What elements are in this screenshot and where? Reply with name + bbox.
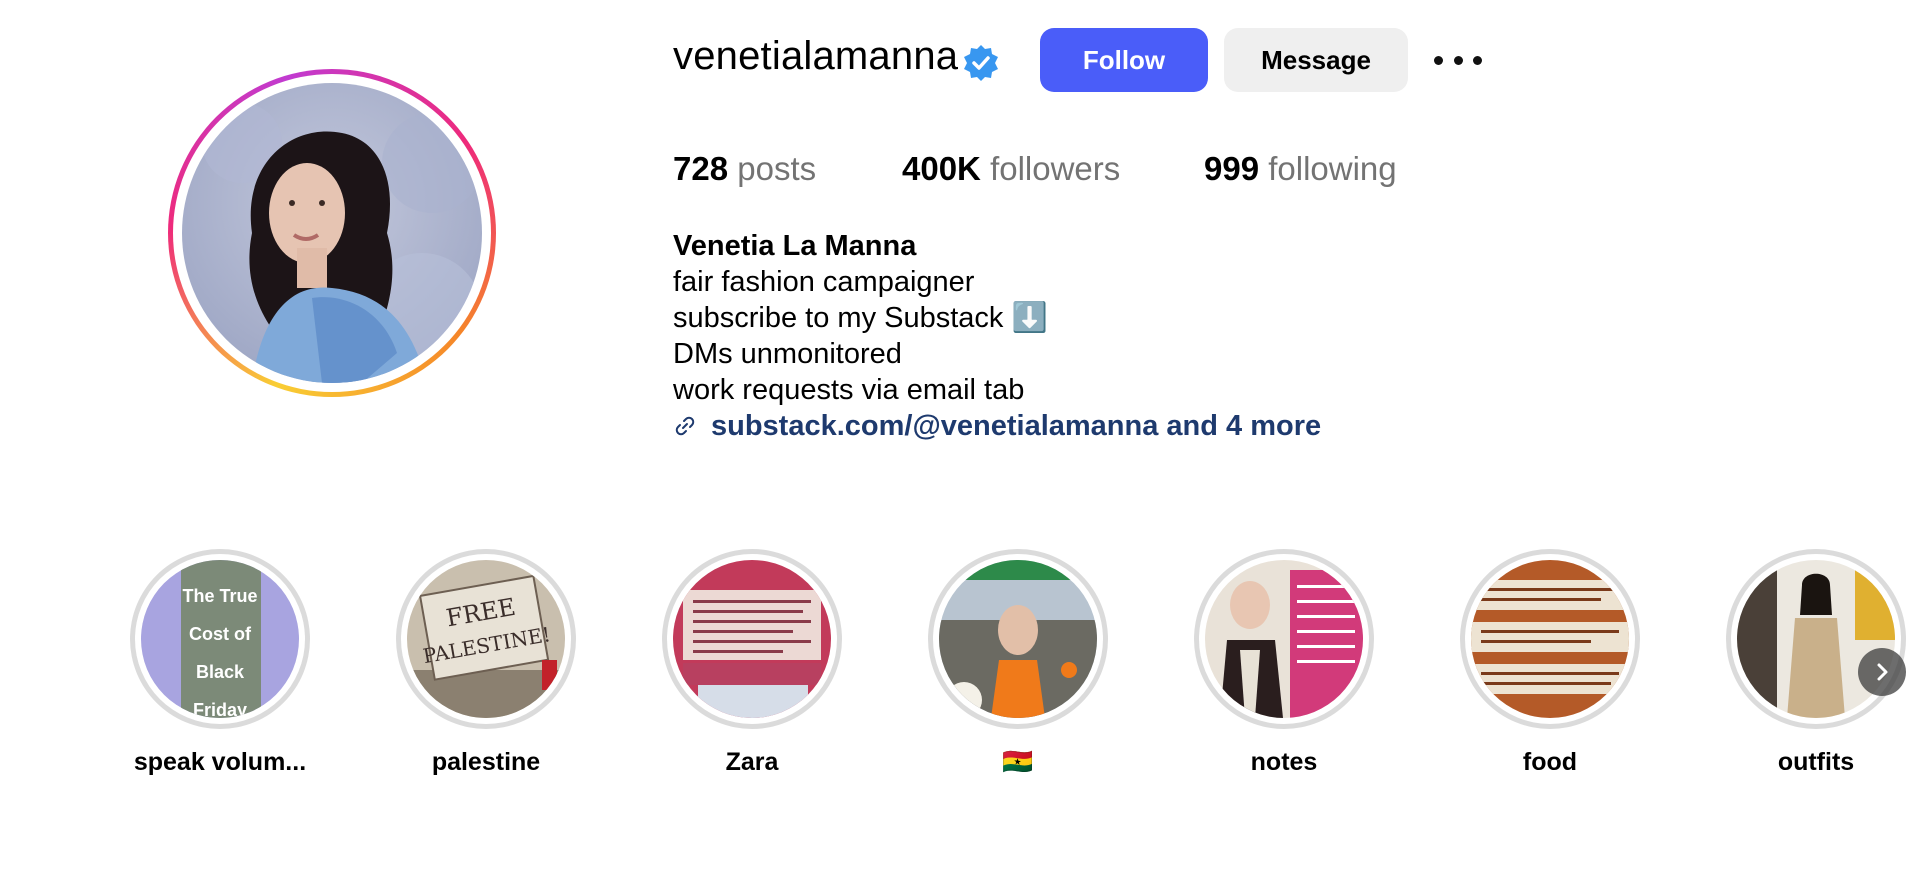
highlight-label: 🇬🇭 [1002,748,1034,776]
avatar-portrait-image [182,83,482,383]
chevron-right-icon [1877,663,1888,681]
profile-full-name: Venetia La Manna [673,230,917,262]
followers-link[interactable]: 400K followers [902,150,1120,188]
highlight-item[interactable]: Zara [662,549,842,776]
highlight-cover [1471,560,1629,718]
highlight-cover-text: Black [196,662,245,682]
posts-count: 728 posts [673,150,816,188]
highlight-label: food [1522,748,1578,776]
highlight-ring: FREE PALESTINE! [396,549,576,729]
following-count-value: 999 [1204,150,1260,187]
profile-avatar[interactable] [168,69,496,397]
highlight-item[interactable]: The True Cost of Black Friday speak volu… [130,549,310,776]
highlight-item[interactable]: 🇬🇭 [928,549,1108,776]
bio-line: work requests via email tab [673,374,1025,406]
highlight-cover: FREE PALESTINE! [407,560,565,718]
ellipsis-icon[interactable] [1434,42,1482,78]
highlight-label: speak volum... [133,748,307,776]
posts-label: posts [737,150,817,187]
highlight-item[interactable]: outfits [1726,549,1906,776]
highlight-label: outfits [1777,748,1855,776]
bio-link[interactable]: substack.com/@venetialamanna and 4 more [673,408,1321,444]
dot [1434,55,1443,65]
profile-bio: Venetia La Manna fair fashion campaigner… [673,228,1321,444]
highlight-ring [1194,549,1374,729]
dot [1453,55,1463,65]
highlight-ring [662,549,842,729]
highlight-item[interactable]: food [1460,549,1640,776]
highlight-label: palestine [431,748,541,776]
highlight-cover [1205,560,1363,718]
highlight-ring [928,549,1108,729]
highlight-ring: The True Cost of Black Friday [130,549,310,729]
bio-link-text: substack.com/@venetialamanna and 4 more [711,410,1322,442]
highlight-item[interactable]: FREE PALESTINE! palestine [396,549,576,776]
highlight-cover-text: Cost of [189,624,252,644]
highlight-cover [673,560,831,718]
profile-username: venetialamanna [673,34,959,78]
highlight-cover: The True Cost of Black Friday [141,560,299,718]
following-label: following [1268,150,1397,187]
highlight-ring [1726,549,1906,729]
follow-button[interactable]: Follow [1040,28,1208,92]
posts-count-value: 728 [673,150,729,187]
bio-line: fair fashion campaigner [673,266,975,298]
bio-line: DMs unmonitored [673,338,902,370]
highlight-label: Zara [725,748,779,776]
following-link[interactable]: 999 following [1204,150,1397,188]
bio-line: subscribe to my Substack ⬇️ [673,302,1048,334]
avatar-photo [182,83,482,383]
highlight-cover [939,560,1097,718]
dot [1473,55,1482,65]
link-icon [675,416,695,436]
highlight-label: notes [1250,748,1318,776]
message-button[interactable]: Message [1224,28,1408,92]
highlight-ring [1460,549,1640,729]
highlight-cover-text: The True [182,586,257,606]
followers-label: followers [990,150,1121,187]
highlights-next-button[interactable] [1858,648,1906,696]
highlight-cover [1737,560,1895,718]
highlight-item[interactable]: notes [1194,549,1374,776]
verified-badge-icon [964,45,998,81]
followers-count-value: 400K [902,150,981,187]
highlight-cover-text: Friday [193,700,247,718]
